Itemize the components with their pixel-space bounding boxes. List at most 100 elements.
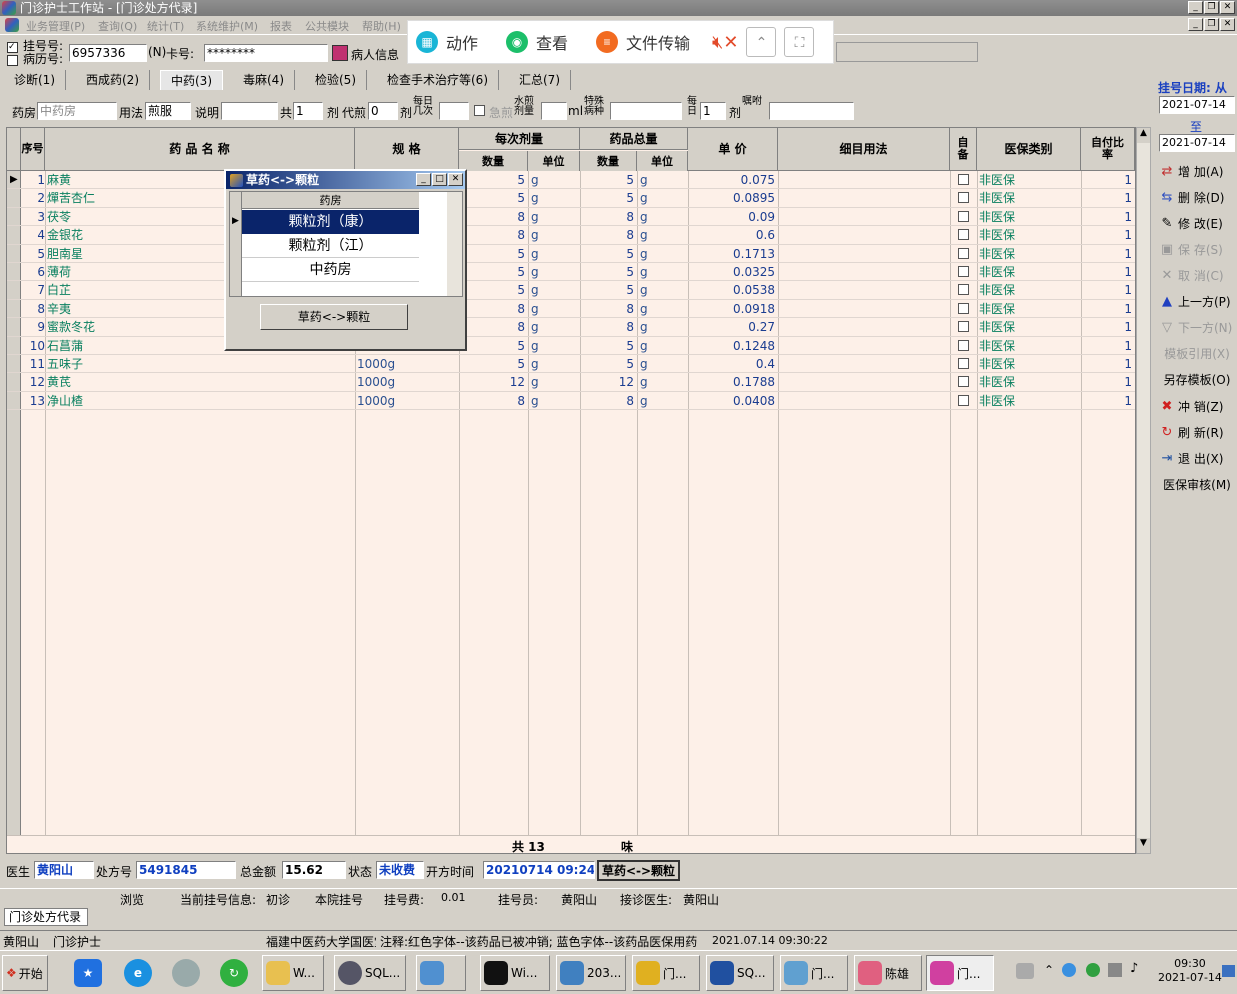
menu-help[interactable]: 帮助(H) bbox=[362, 18, 401, 34]
table-row[interactable]: 11 五味子 1000g 5 g 5 g 0.4 非医保 1 bbox=[7, 355, 1135, 374]
taskbar-item-explorer[interactable]: W... bbox=[262, 955, 324, 991]
self-supplied-checkbox[interactable] bbox=[958, 247, 969, 259]
reg-checkbox[interactable]: ✓ bbox=[7, 42, 18, 53]
scroll-down-icon[interactable]: ▼ bbox=[1137, 838, 1150, 853]
taskbar-item-clinic-active[interactable]: 门... bbox=[926, 955, 994, 991]
popup-max-icon[interactable]: □ bbox=[432, 173, 447, 186]
record-checkbox[interactable] bbox=[7, 55, 18, 66]
popup-scrollbar[interactable] bbox=[447, 192, 462, 296]
view-button[interactable]: ◉ 查看 bbox=[506, 30, 568, 54]
reg-number-input[interactable]: 6957336 bbox=[69, 44, 147, 62]
patient-info-icon[interactable] bbox=[332, 45, 348, 61]
doc-tab-rx[interactable]: 门诊处方代录 bbox=[4, 908, 88, 926]
popup-convert-button[interactable]: 草药<->颗粒 bbox=[260, 304, 408, 330]
popup-option-herb[interactable]: 中药房 bbox=[242, 258, 419, 282]
tray-network-icon[interactable] bbox=[1062, 963, 1076, 977]
fullscreen-icon[interactable]: ⛶ bbox=[784, 27, 815, 57]
taskbar-item-chat[interactable]: 陈雄 bbox=[854, 955, 922, 991]
self-supplied-checkbox[interactable] bbox=[958, 174, 969, 185]
taskbar-item-sql[interactable]: SQL... bbox=[334, 955, 406, 991]
self-supplied-checkbox[interactable] bbox=[958, 284, 969, 296]
clock[interactable]: 09:30 2021-07-14 bbox=[1158, 957, 1222, 985]
tab-western[interactable]: 西成药(2) bbox=[76, 70, 150, 90]
next-rx-button[interactable]: ▽ 下一方(N) bbox=[1159, 316, 1235, 338]
table-row[interactable]: 3 茯苓 8 g 8 g 0.09 非医保 1 bbox=[7, 208, 1135, 227]
ie-icon[interactable]: e bbox=[124, 959, 152, 987]
table-row[interactable]: 12 黄芪 1000g 12 g 12 g 0.1788 非医保 1 bbox=[7, 373, 1135, 392]
tray-device-icon[interactable] bbox=[1108, 963, 1122, 977]
exit-button[interactable]: ⇥ 退 出(X) bbox=[1159, 447, 1235, 469]
minimize-icon[interactable]: _ bbox=[1188, 1, 1203, 14]
quicklaunch-star-icon[interactable]: ★ bbox=[74, 959, 102, 987]
add-button[interactable]: ⇄ 增 加(A) bbox=[1159, 160, 1235, 182]
action-button[interactable]: ▦ 动作 bbox=[416, 30, 478, 54]
tab-diagnosis[interactable]: 诊断(1) bbox=[4, 70, 66, 90]
edit-button[interactable]: ✎ 修 改(E) bbox=[1159, 212, 1235, 234]
reverse-button[interactable]: ✖ 冲 销(Z) bbox=[1159, 395, 1235, 417]
herb-granule-button[interactable]: 草药<->颗粒 bbox=[597, 860, 680, 881]
table-row[interactable]: 1 麻黄 5 g 5 g 0.075 非医保 1 bbox=[7, 171, 1135, 190]
prev-rx-button[interactable]: ▲ 上一方(P) bbox=[1159, 290, 1235, 312]
table-row[interactable]: 6 薄荷 5 g 5 g 0.0325 非医保 1 bbox=[7, 263, 1135, 282]
tray-expand-icon[interactable]: ⌃ bbox=[1044, 963, 1054, 977]
tab-lab[interactable]: 检验(5) bbox=[305, 70, 367, 90]
keyboard-icon[interactable] bbox=[1016, 963, 1034, 979]
date-from-picker[interactable]: 2021-07-14 bbox=[1159, 96, 1235, 114]
save-button[interactable]: ▣ 保 存(S) bbox=[1159, 238, 1235, 260]
popup-minimize-icon[interactable]: _ bbox=[416, 173, 431, 186]
template-ref-button[interactable]: 模板引用(X) bbox=[1159, 342, 1235, 364]
file-transfer-button[interactable]: ≡ 文件传输 bbox=[596, 30, 690, 54]
tab-herbal[interactable]: 中药(3) bbox=[160, 70, 223, 90]
card-number-input[interactable]: ******** bbox=[204, 44, 328, 62]
urgent-checkbox[interactable] bbox=[474, 105, 485, 116]
taskbar-item-203[interactable]: 203... bbox=[556, 955, 626, 991]
note-input[interactable] bbox=[221, 102, 278, 120]
self-supplied-checkbox[interactable] bbox=[958, 321, 969, 333]
popup-option-kang[interactable]: 颗粒剂（康） bbox=[242, 210, 419, 234]
restore-icon[interactable]: ❐ bbox=[1204, 1, 1219, 14]
taskbar-item-network[interactable] bbox=[416, 955, 466, 991]
menu-report[interactable]: 报表 bbox=[270, 18, 292, 34]
daily-select[interactable] bbox=[439, 102, 469, 120]
media-icon[interactable] bbox=[172, 959, 200, 987]
taskbar-item-console[interactable]: Wi... bbox=[480, 955, 550, 991]
self-supplied-checkbox[interactable] bbox=[958, 210, 969, 222]
pharmacy-select[interactable]: 中药房 bbox=[37, 102, 117, 120]
self-supplied-checkbox[interactable] bbox=[958, 192, 969, 204]
menu-query[interactable]: 查询(Q) bbox=[98, 18, 137, 34]
table-row[interactable]: 7 白芷 5 g 5 g 0.0538 非医保 1 bbox=[7, 281, 1135, 300]
menu-business[interactable]: 业务管理(P) bbox=[26, 18, 85, 34]
refresh-button[interactable]: ↻ 刷 新(R) bbox=[1159, 421, 1235, 443]
msg-input[interactable] bbox=[769, 102, 854, 120]
table-row[interactable]: 2 燀苦杏仁 5 g 5 g 0.0895 非医保 1 bbox=[7, 189, 1135, 208]
mdi-minimize-icon[interactable]: _ bbox=[1188, 18, 1203, 31]
mdi-restore-icon[interactable]: ❐ bbox=[1204, 18, 1219, 31]
taskbar-item-sql2[interactable]: SQ... bbox=[706, 955, 774, 991]
popup-close-icon[interactable]: ✕ bbox=[448, 173, 463, 186]
self-supplied-checkbox[interactable] bbox=[958, 266, 969, 277]
per-day-stepper[interactable]: 1 bbox=[700, 102, 726, 120]
self-supplied-checkbox[interactable] bbox=[958, 229, 969, 241]
table-row[interactable]: 10 石菖蒲 5 g 5 g 0.1248 非医保 1 bbox=[7, 337, 1135, 355]
tab-narcotic[interactable]: 毒麻(4) bbox=[233, 70, 295, 90]
table-row[interactable]: 8 辛夷 8 g 8 g 0.0918 非医保 1 bbox=[7, 300, 1135, 319]
menu-system[interactable]: 系统维护(M) bbox=[196, 18, 258, 34]
decoct-stepper[interactable]: 0 bbox=[368, 102, 398, 120]
close-icon[interactable]: ✕ bbox=[1220, 1, 1235, 14]
delete-button[interactable]: ⇆ 删 除(D) bbox=[1159, 186, 1235, 208]
table-row[interactable]: 5 胆南星 5 g 5 g 0.1713 非医保 1 bbox=[7, 245, 1135, 263]
self-supplied-checkbox[interactable] bbox=[958, 339, 969, 351]
patient-info-label[interactable]: 病人信息 bbox=[351, 46, 399, 63]
self-supplied-checkbox[interactable] bbox=[958, 302, 969, 314]
tab-summary[interactable]: 汇总(7) bbox=[509, 70, 571, 90]
date-to-picker[interactable]: 2021-07-14 bbox=[1159, 134, 1235, 152]
tab-exam[interactable]: 检查手术治疗等(6) bbox=[377, 70, 499, 90]
scroll-up-icon[interactable]: ▲ bbox=[1137, 128, 1150, 143]
taskbar-item-clinic2[interactable]: 门... bbox=[780, 955, 848, 991]
usage-input[interactable]: 煎服 bbox=[145, 102, 191, 120]
taskbar-item-clinic1[interactable]: 门... bbox=[632, 955, 700, 991]
special-select[interactable] bbox=[610, 102, 682, 120]
self-supplied-checkbox[interactable] bbox=[958, 394, 969, 406]
tray-update-icon[interactable] bbox=[1086, 963, 1100, 977]
popup-option-jiang[interactable]: 颗粒剂（江） bbox=[242, 234, 419, 258]
